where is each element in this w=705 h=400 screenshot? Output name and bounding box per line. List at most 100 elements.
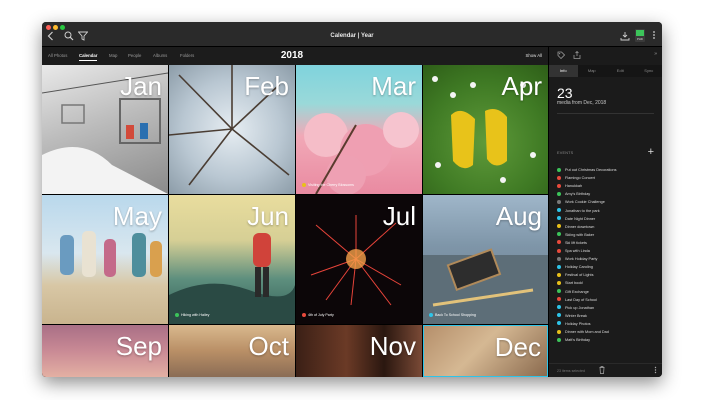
event-item[interactable]: Holiday Photos <box>557 321 591 328</box>
event-dot <box>557 305 561 310</box>
close-window-button[interactable] <box>46 25 51 30</box>
event-label: Winter Break <box>565 313 587 318</box>
month-tile-feb[interactable]: Feb <box>169 65 295 194</box>
event-label: Amy's Birthday <box>565 192 591 197</box>
month-tile-jun[interactable]: Jun Hiking with Hailey <box>169 195 295 324</box>
event-item[interactable]: Matt's Birthday <box>557 337 590 344</box>
event-item[interactable]: Skiing with Baker <box>557 232 594 239</box>
event-item[interactable]: Gift Exchange <box>557 289 589 296</box>
tab-sync[interactable]: Sync <box>635 65 663 77</box>
event-label: Flamingo Concert <box>565 176 595 181</box>
media-subtitle: media from Dec, 2018 <box>557 100 607 106</box>
month-label: Jul <box>382 201 416 231</box>
share-icon[interactable] <box>573 50 581 61</box>
event-item[interactable]: Jonathan to the park <box>557 208 600 215</box>
tab-folders[interactable]: Folders <box>180 53 194 58</box>
plus-icon[interactable]: + <box>648 146 654 158</box>
event-item[interactable]: Festival of Lights <box>557 272 594 279</box>
tab-all-photos[interactable]: All Photos <box>48 53 67 58</box>
event-label: Work Cookie Challenge <box>565 200 605 205</box>
event-label: Matt's Birthday <box>565 338 590 343</box>
event-dot <box>557 256 561 261</box>
month-event[interactable]: Hiking with Hailey <box>175 313 209 317</box>
event-dot <box>429 313 433 317</box>
event-label: Last Day of School <box>565 297 597 302</box>
month-event[interactable]: 4th of July Party <box>302 313 334 317</box>
month-label: Nov <box>369 331 416 361</box>
minimize-window-button[interactable] <box>53 25 58 30</box>
event-item[interactable]: Winter Break <box>557 313 587 320</box>
event-label: Put out Christmas Decorations <box>565 168 617 172</box>
sidebar-toolbar: » <box>549 47 662 65</box>
event-item[interactable]: Spa with Linda <box>557 248 590 255</box>
event-dot <box>557 264 561 269</box>
tab-calendar[interactable]: Calendar <box>79 53 98 61</box>
import-icon[interactable] <box>620 31 630 43</box>
event-dot <box>557 337 561 342</box>
titlebar: Calendar | Year PHD <box>42 22 662 47</box>
tab-map[interactable]: Map <box>578 65 607 77</box>
month-tile-jan[interactable]: Jan <box>42 65 168 194</box>
event-item[interactable]: Holiday Caroling <box>557 264 593 271</box>
event-label: Start book! <box>565 281 584 286</box>
event-dot <box>175 313 179 317</box>
event-label: Work Holiday Party <box>565 257 598 262</box>
event-item[interactable]: Start book! <box>557 280 583 287</box>
event-label: Holiday Photos <box>565 321 591 326</box>
zoom-window-button[interactable] <box>60 25 65 30</box>
event-item[interactable]: Work Holiday Party <box>557 256 597 263</box>
event-dot <box>557 329 561 334</box>
event-item[interactable]: Amy's Birthday <box>557 191 590 198</box>
event-label: Hanukkah <box>565 184 583 189</box>
month-label: Jun <box>247 201 289 231</box>
year-label[interactable]: 2018 <box>272 50 312 61</box>
event-item[interactable]: Date Night Dinner <box>557 216 595 223</box>
event-dot <box>557 208 561 212</box>
month-tile-may[interactable]: May <box>42 195 168 324</box>
more-vertical-icon[interactable] <box>654 366 657 376</box>
month-label: Mar <box>371 71 416 101</box>
tab-map[interactable]: Map <box>109 53 117 58</box>
trash-icon[interactable] <box>599 366 605 376</box>
view-navbar: All Photos Calendar Map People Albums Fo… <box>42 47 548 65</box>
month-tile-apr[interactable]: Apr <box>423 65 548 194</box>
more-vertical-icon[interactable] <box>652 30 656 42</box>
event-item[interactable]: Work Cookie Challenge <box>557 199 605 206</box>
event-dot <box>557 199 561 204</box>
month-event[interactable]: Back To School Shopping <box>429 313 476 317</box>
event-item[interactable]: Ski lift tickets <box>557 240 587 247</box>
month-tile-oct[interactable]: Oct <box>169 325 295 377</box>
calendar-grid: Jan Feb Mar Visiting the Cherry Blossoms <box>42 65 548 377</box>
event-item[interactable]: Put out Christmas Decorations <box>557 167 617 174</box>
month-tile-dec[interactable]: Dec <box>423 325 548 377</box>
month-tile-mar[interactable]: Mar Visiting the Cherry Blossoms <box>296 65 422 194</box>
event-label: Jonathan to the park <box>565 208 600 213</box>
tab-albums[interactable]: Albums <box>153 53 167 58</box>
tag-icon[interactable] <box>557 51 566 61</box>
event-item[interactable]: Flamingo Concert <box>557 175 595 182</box>
event-dot <box>557 183 561 188</box>
month-tile-jul[interactable]: Jul 4th of July Party <box>296 195 422 324</box>
month-event[interactable]: Visiting the Cherry Blossoms <box>302 183 354 187</box>
profile-badge[interactable]: PHD <box>635 29 645 42</box>
month-label: Aug <box>495 201 542 231</box>
event-item[interactable]: Hanukkah <box>557 183 582 190</box>
event-item[interactable]: Last Day of School <box>557 297 597 304</box>
event-dot <box>557 248 561 253</box>
month-label: Dec <box>494 332 541 362</box>
month-tile-sep[interactable]: Sep <box>42 325 168 377</box>
collapse-icon[interactable]: » <box>654 51 657 57</box>
month-tile-aug[interactable]: Aug Back To School Shopping <box>423 195 548 324</box>
window-title: Calendar | Year <box>330 33 374 39</box>
tab-edit[interactable]: Edit <box>606 65 635 77</box>
event-label: Gift Exchange <box>565 289 589 294</box>
event-item[interactable]: Dinner downtown <box>557 224 594 231</box>
events-header: EVENTS <box>557 151 574 155</box>
tab-people[interactable]: People <box>128 53 141 58</box>
tab-info[interactable]: Info <box>549 65 578 77</box>
month-tile-nov[interactable]: Nov <box>296 325 422 377</box>
event-item[interactable]: Dinner with Mom and Dad <box>557 329 609 336</box>
event-item[interactable]: Pick up Jonathan <box>557 305 594 312</box>
event-label: Dinner downtown <box>565 224 595 229</box>
show-all-button[interactable]: Show All <box>526 53 542 58</box>
